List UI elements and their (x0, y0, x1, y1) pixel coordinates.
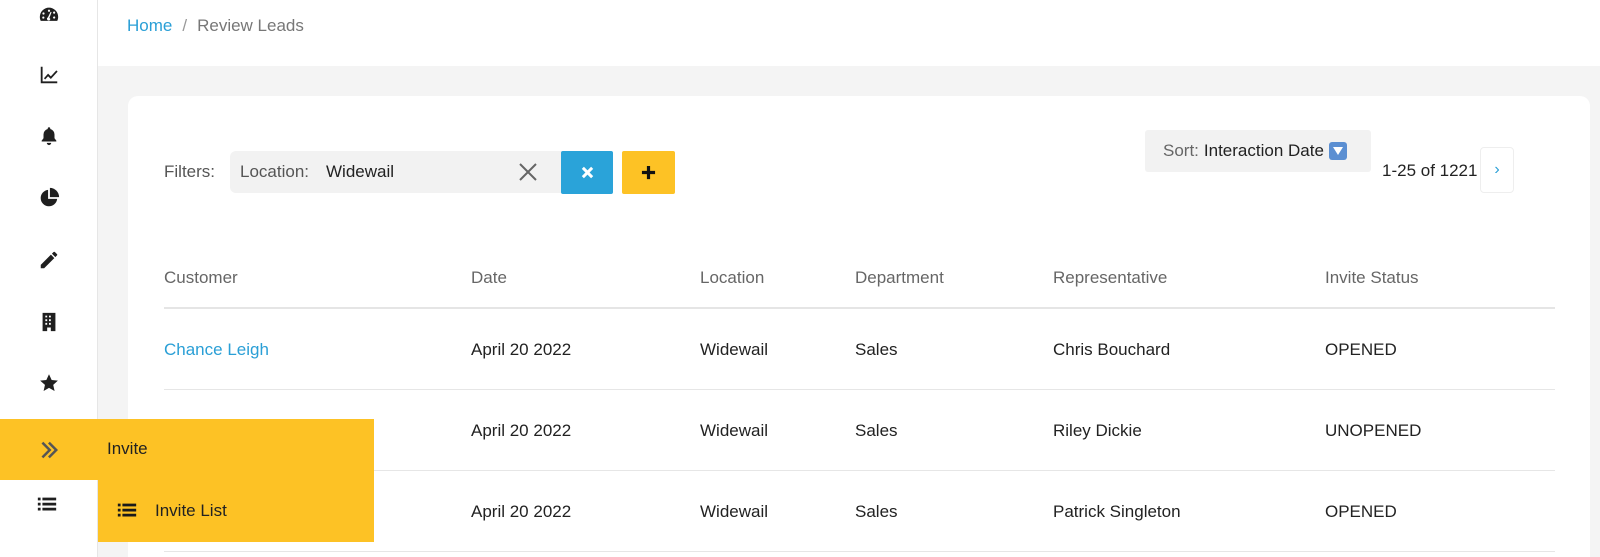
filter-key: Location: (240, 162, 309, 181)
department-cell: Sales (855, 340, 898, 359)
column-header[interactable]: Date (471, 268, 507, 288)
add-filter-button[interactable] (622, 151, 675, 194)
column-header[interactable]: Customer (164, 268, 238, 288)
breadcrumb-separator: / (182, 16, 188, 35)
column-header[interactable]: Representative (1053, 268, 1167, 288)
date-cell: April 20 2022 (471, 421, 572, 440)
representative-cell: Riley Dickie (1053, 421, 1142, 440)
sort-value: Interaction Date (1203, 141, 1324, 160)
list-icon (116, 500, 138, 522)
representative-cell: Patrick Singleton (1053, 502, 1181, 521)
x-icon (581, 166, 593, 179)
column-header[interactable]: Location (700, 268, 764, 288)
plus-icon (641, 165, 656, 180)
sort-label: Sort: (1163, 141, 1199, 160)
bell-icon[interactable] (36, 123, 62, 149)
column-header[interactable]: Department (855, 268, 944, 288)
location-cell: Widewail (700, 421, 769, 440)
menu-item-label: Invite List (155, 501, 227, 520)
next-page-button[interactable]: › (1480, 147, 1514, 193)
clear-filters-button[interactable] (561, 151, 613, 194)
invite-status-cell: OPENED (1325, 502, 1397, 521)
header: Home / Review Leads (98, 0, 1600, 66)
breadcrumb-current: Review Leads (197, 16, 304, 35)
building-icon[interactable] (36, 309, 62, 335)
department-cell: Sales (855, 421, 898, 440)
department-cell: Sales (855, 502, 898, 521)
date-cell: April 20 2022 (471, 340, 572, 359)
invite-status-cell: OPENED (1325, 340, 1397, 359)
location-filter-pill[interactable]: Location: Widewail (230, 151, 566, 193)
line-chart-icon[interactable] (36, 62, 62, 88)
location-cell: Widewail (700, 502, 769, 521)
sidebar-item-label: Invite (107, 439, 148, 458)
table-header: Customer Date Location Department Repres… (164, 256, 1555, 309)
invite-status-cell: UNOPENED (1325, 421, 1422, 440)
date-cell: April 20 2022 (471, 502, 572, 521)
menu-item-invite-list[interactable]: Invite List (98, 480, 374, 542)
triangle-down-icon (1328, 142, 1347, 160)
breadcrumb: Home / Review Leads (127, 16, 304, 36)
dashboard-icon[interactable] (36, 2, 62, 28)
filters-label: Filters: (164, 162, 215, 181)
chevron-double-right-icon (37, 438, 61, 462)
list-icon[interactable] (36, 494, 60, 518)
pagination-range: 1-25 of 1221 (1382, 161, 1478, 180)
sort-dropdown[interactable]: Sort: Interaction Date (1145, 130, 1371, 172)
sidebar-item-invite[interactable]: Invite (0, 419, 374, 480)
close-icon[interactable] (518, 162, 538, 182)
filter-value: Widewail (326, 162, 395, 181)
representative-cell: Chris Bouchard (1053, 340, 1171, 359)
column-header[interactable]: Invite Status (1325, 268, 1419, 288)
location-cell: Widewail (700, 340, 769, 359)
star-icon[interactable] (36, 370, 62, 396)
pie-chart-icon[interactable] (36, 185, 62, 211)
breadcrumb-home-link[interactable]: Home (127, 16, 172, 36)
customer-link[interactable]: Chance Leigh (164, 340, 269, 360)
pencil-icon[interactable] (36, 247, 62, 273)
table-row[interactable]: Chance Leigh April 20 2022 Widewail Sale… (164, 309, 1555, 390)
